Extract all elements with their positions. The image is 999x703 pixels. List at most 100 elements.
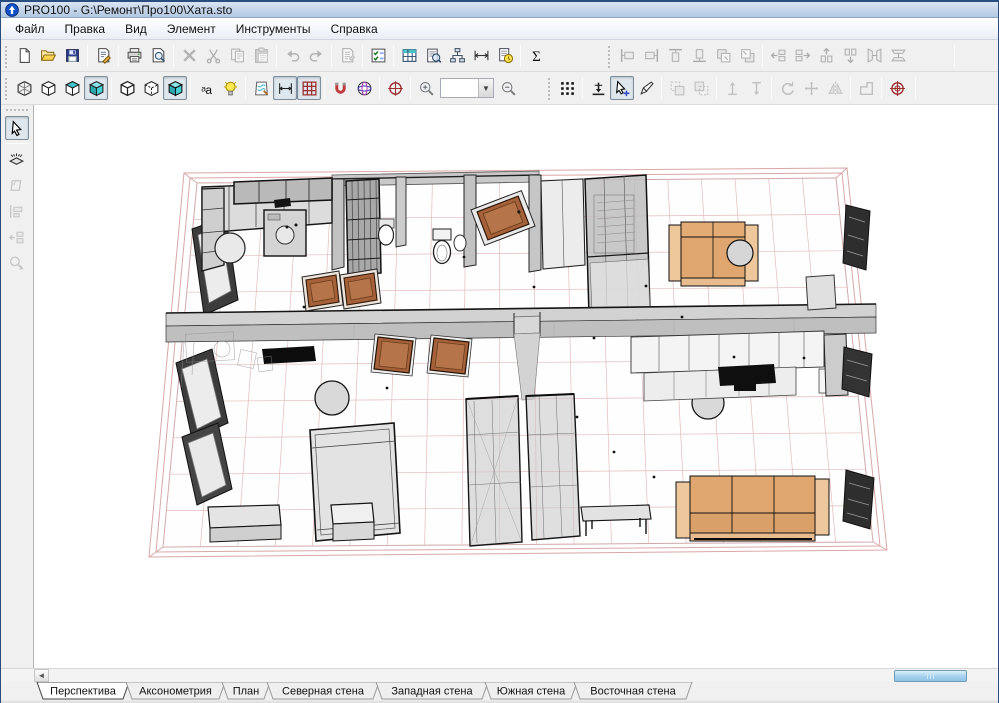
- zoom-region-tool: [5, 251, 29, 275]
- top-sofa[interactable]: [669, 222, 758, 286]
- align-left-edge-icon: [619, 47, 636, 64]
- edit-tool[interactable]: [634, 76, 658, 100]
- svg-text:Западная стена: Западная стена: [391, 686, 473, 698]
- toolbar-drag-handle[interactable]: [4, 44, 9, 68]
- move-object-button: [799, 76, 823, 100]
- selection-tool[interactable]: [5, 116, 29, 140]
- hidden-contours-button[interactable]: [139, 76, 163, 100]
- tab-axonometry[interactable]: Аксонометрия: [126, 682, 225, 699]
- toolbar-separator: [111, 77, 112, 99]
- structure-button[interactable]: [445, 44, 469, 68]
- toolbar-drag-handle[interactable]: [5, 108, 29, 113]
- drop-to-floor-button[interactable]: [586, 76, 610, 100]
- design-canvas[interactable]: [34, 105, 998, 668]
- options-button[interactable]: [366, 44, 390, 68]
- tab-perspective[interactable]: Перспектива: [37, 682, 129, 699]
- stretch-h-button: [862, 44, 886, 68]
- price-list-button[interactable]: [493, 44, 517, 68]
- toolbar-view: aa ▼: [1, 72, 998, 105]
- menu-file[interactable]: Файл: [5, 20, 55, 38]
- menu-tools[interactable]: Инструменты: [226, 20, 321, 38]
- raise-object-button: [720, 76, 744, 100]
- toolbar-drag-handle[interactable]: [607, 44, 612, 68]
- toolbar-separator: [716, 77, 717, 99]
- nudge-left-icon: [770, 47, 787, 64]
- menu-element[interactable]: Элемент: [157, 20, 226, 38]
- tab-south-wall[interactable]: Южная стена: [485, 682, 577, 699]
- scrollbar-thumb[interactable]: [894, 670, 967, 682]
- view-hidden-lines-button[interactable]: [36, 76, 60, 100]
- horizontal-scrollbar[interactable]: ◄: [1, 668, 998, 682]
- center-view-button[interactable]: [383, 76, 407, 100]
- box-small[interactable]: [331, 503, 374, 541]
- toolbar-separator: [324, 77, 325, 99]
- print-preview-button[interactable]: [146, 44, 170, 68]
- bring-forward-button: [711, 44, 735, 68]
- lighting-button[interactable]: [218, 76, 242, 100]
- toolbar-drag-handle[interactable]: [547, 76, 552, 100]
- menu-help[interactable]: Справка: [321, 20, 388, 38]
- save-button[interactable]: [60, 44, 84, 68]
- tab-plan[interactable]: План: [222, 682, 270, 699]
- report-button[interactable]: [397, 44, 421, 68]
- nudge-right-icon: [794, 47, 811, 64]
- copy-pages-icon: [229, 47, 246, 64]
- copy-button: [225, 44, 249, 68]
- tab-north-wall[interactable]: Северная стена: [267, 682, 379, 699]
- view-shaded-button[interactable]: [84, 76, 108, 100]
- menu-view[interactable]: Вид: [115, 20, 157, 38]
- interior-doors-north[interactable]: [302, 269, 381, 311]
- text-labels-icon: aa: [198, 80, 215, 97]
- view-wireframe-button[interactable]: [12, 76, 36, 100]
- open-button[interactable]: [36, 44, 60, 68]
- orbit-view-button[interactable]: [352, 76, 376, 100]
- title-bar[interactable]: PRO100 - G:\Ремонт\Про100\Хата.sto: [1, 0, 998, 18]
- labels-button[interactable]: aa: [194, 76, 218, 100]
- new-button[interactable]: [12, 44, 36, 68]
- contours-button[interactable]: [115, 76, 139, 100]
- structure-tree-icon: [449, 47, 466, 64]
- perspective-scene: [34, 105, 998, 668]
- tab-east-wall[interactable]: Восточная стена: [574, 682, 692, 699]
- bottom-sofa[interactable]: [676, 476, 829, 541]
- tv-panel[interactable]: [262, 346, 316, 364]
- select-move-tool[interactable]: [610, 76, 634, 100]
- round-table-left[interactable]: [315, 381, 349, 415]
- shelf-unit[interactable]: [346, 179, 381, 276]
- toolbar-separator: [661, 77, 662, 99]
- show-dimensions-button[interactable]: [273, 76, 297, 100]
- group-objects-icon: [669, 80, 686, 97]
- target-center-button[interactable]: [885, 76, 909, 100]
- textures-button[interactable]: [249, 76, 273, 100]
- tab-west-wall[interactable]: Западная стена: [376, 682, 488, 699]
- bench-left[interactable]: [208, 505, 281, 542]
- lower-object-icon: [748, 80, 765, 97]
- calculation-button[interactable]: Σ: [524, 44, 548, 68]
- menu-edit[interactable]: Правка: [55, 20, 116, 38]
- windows-right-wall[interactable]: [842, 205, 874, 529]
- show-grid-button[interactable]: [297, 76, 321, 100]
- zoom-level-combo[interactable]: ▼: [440, 78, 494, 98]
- print-button[interactable]: [122, 44, 146, 68]
- cube-hidden-lines-icon: [40, 80, 57, 97]
- new-page-icon: [16, 47, 33, 64]
- dimensions-button[interactable]: [469, 44, 493, 68]
- scissors-icon: [205, 47, 222, 64]
- chevron-down-icon[interactable]: ▼: [478, 79, 493, 97]
- toolbar-left: [1, 105, 34, 668]
- scroll-left-button[interactable]: ◄: [34, 669, 49, 682]
- cube-outline-icon: [119, 80, 136, 97]
- snap-button[interactable]: [328, 76, 352, 100]
- move-cursor-icon: [614, 80, 631, 97]
- multi-select-button[interactable]: [555, 76, 579, 100]
- svg-text:Перспектива: Перспектива: [50, 686, 117, 698]
- toolbar-drag-handle[interactable]: [4, 76, 9, 100]
- zoom-out-button[interactable]: [496, 76, 520, 100]
- zoom-in-button[interactable]: [414, 76, 438, 100]
- report-preview-button[interactable]: [421, 44, 445, 68]
- cube-shaded-icon: [88, 80, 105, 97]
- render-tool[interactable]: [5, 147, 29, 171]
- export-button[interactable]: [91, 44, 115, 68]
- solid-view-button[interactable]: [163, 76, 187, 100]
- view-colors-button[interactable]: [60, 76, 84, 100]
